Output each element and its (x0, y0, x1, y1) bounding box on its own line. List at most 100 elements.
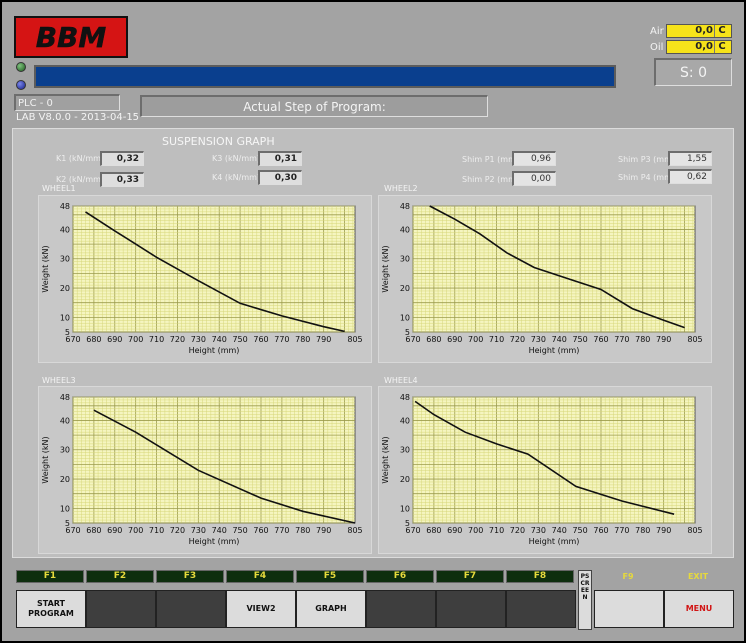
y-tick-label: 20 (60, 475, 70, 484)
oil-temperature-value: 0,0 (695, 41, 713, 52)
plot-area (412, 396, 696, 524)
y-axis-label: Weight (kN) (381, 245, 390, 292)
shim-p1-value: 0,96 (512, 151, 556, 166)
f7-button[interactable] (436, 590, 506, 628)
x-tick-label: 720 (510, 526, 525, 535)
y-axis-label: Weight (kN) (41, 436, 50, 483)
x-axis-label: Height (mm) (529, 346, 580, 355)
f9-button[interactable] (594, 590, 664, 628)
wheel4-graph-frame: 670 680 690 700 710 720 730 740 750 760 770 780 790 8… (378, 386, 712, 554)
y-tick-label: 48 (60, 202, 70, 211)
status-led-green (16, 62, 26, 72)
k2-value: 0,33 (100, 172, 144, 187)
shim-p3-value: 1,55 (668, 151, 712, 166)
x-tick-label: 690 (107, 526, 122, 535)
shim-p4-label: Shim P4 (mm) (618, 173, 675, 182)
x-axis-label: Height (mm) (529, 537, 580, 546)
x-tick-label: 720 (170, 526, 185, 535)
x-tick-label: 750 (572, 335, 587, 344)
x-tick-label: 805 (687, 335, 702, 344)
air-temperature-value: 0,0 (695, 25, 713, 36)
x-tick-label: 690 (447, 526, 462, 535)
x-tick-label: 780 (635, 335, 650, 344)
f8-button[interactable] (506, 590, 576, 628)
shim-p3-label: Shim P3 (mm) (618, 155, 675, 164)
plc-indicator: PLC - 0 (14, 94, 120, 111)
y-tick-label: 5 (65, 519, 70, 528)
x-tick-label: 740 (212, 335, 227, 344)
y-tick-label: 5 (405, 328, 410, 337)
k1-label: K1 (kN/mm) (56, 154, 105, 163)
x-tick-label: 730 (191, 335, 206, 344)
y-tick-label: 40 (60, 416, 70, 425)
x-tick-label: 790 (316, 526, 331, 535)
x-tick-label: 700 (128, 335, 143, 344)
y-tick-label: 30 (400, 255, 410, 264)
y-tick-label: 30 (400, 446, 410, 455)
x-tick-label: 770 (274, 335, 289, 344)
y-tick-label: 20 (400, 475, 410, 484)
f6-key-label: F6 (366, 570, 434, 583)
x-tick-label: 740 (552, 526, 567, 535)
wheel3-graph: 670 680 690 700 710 720 730 740 750 760 770 780 790 8… (41, 393, 363, 546)
progress-bar (34, 65, 616, 88)
f2-button[interactable] (86, 590, 156, 628)
start-program-button[interactable]: START PROGRAM (16, 590, 86, 628)
y-axis-label: Weight (kN) (41, 245, 50, 292)
y-tick-label: 5 (65, 328, 70, 337)
f8-key-label: F8 (506, 570, 574, 583)
x-tick-label: 740 (552, 335, 567, 344)
x-tick-label: 720 (510, 335, 525, 344)
logo-text: BBM (36, 21, 107, 54)
print-screen-button[interactable]: PSCREEN (578, 570, 592, 630)
x-tick-label: 730 (531, 335, 546, 344)
x-tick-label: 790 (656, 526, 671, 535)
f3-button[interactable] (156, 590, 226, 628)
x-tick-label: 760 (253, 526, 268, 535)
x-tick-label: 690 (107, 335, 122, 344)
shim-p4-value: 0,62 (668, 169, 712, 184)
x-tick-label: 680 (86, 335, 101, 344)
view2-button[interactable]: VIEW2 (226, 590, 296, 628)
y-axis-label: Weight (kN) (381, 436, 390, 483)
f9-key-label: F9 (622, 572, 634, 581)
x-tick-label: 780 (635, 526, 650, 535)
wheel3-graph-frame: 670 680 690 700 710 720 730 740 750 760 770 780 790 8… (38, 386, 372, 554)
wheel3-title: WHEEL3 (42, 376, 76, 385)
x-axis-label: Height (mm) (189, 537, 240, 546)
x-tick-label: 780 (295, 335, 310, 344)
graph-button[interactable]: GRAPH (296, 590, 366, 628)
x-tick-label: 805 (347, 526, 362, 535)
x-tick-label: 680 (426, 526, 441, 535)
wheel1-graph: 670 680 690 700 710 720 730 740 750 760 770 780 790 8… (41, 202, 363, 355)
x-tick-label: 760 (593, 526, 608, 535)
x-tick-label: 720 (170, 335, 185, 344)
y-tick-label: 5 (405, 519, 410, 528)
air-temperature: 0,0 C (666, 24, 732, 38)
panel-title: SUSPENSION GRAPH (162, 135, 275, 148)
f3-key-label: F3 (156, 570, 224, 583)
y-tick-label: 40 (400, 416, 410, 425)
shim-p1-label: Shim P1 (mm) (462, 155, 519, 164)
y-tick-label: 10 (60, 313, 70, 322)
x-tick-label: 680 (86, 526, 101, 535)
x-tick-label: 710 (489, 526, 504, 535)
plot-area (72, 205, 356, 333)
y-tick-label: 20 (400, 284, 410, 293)
plot-area (72, 396, 356, 524)
y-tick-label: 30 (60, 446, 70, 455)
x-tick-label: 750 (232, 335, 247, 344)
wheel2-title: WHEEL2 (384, 184, 418, 193)
k1-value: 0,32 (100, 151, 144, 166)
x-tick-label: 790 (316, 335, 331, 344)
menu-button[interactable]: MENU (664, 590, 734, 628)
oil-label: Oil (650, 42, 664, 53)
x-tick-label: 690 (447, 335, 462, 344)
x-tick-label: 710 (489, 335, 504, 344)
wheel1-graph-frame: 670 680 690 700 710 720 730 740 750 760 770 780 790 8… (38, 195, 372, 363)
f6-button[interactable] (366, 590, 436, 628)
x-tick-label: 740 (212, 526, 227, 535)
x-tick-label: 730 (191, 526, 206, 535)
x-tick-label: 710 (149, 335, 164, 344)
y-tick-label: 10 (60, 504, 70, 513)
